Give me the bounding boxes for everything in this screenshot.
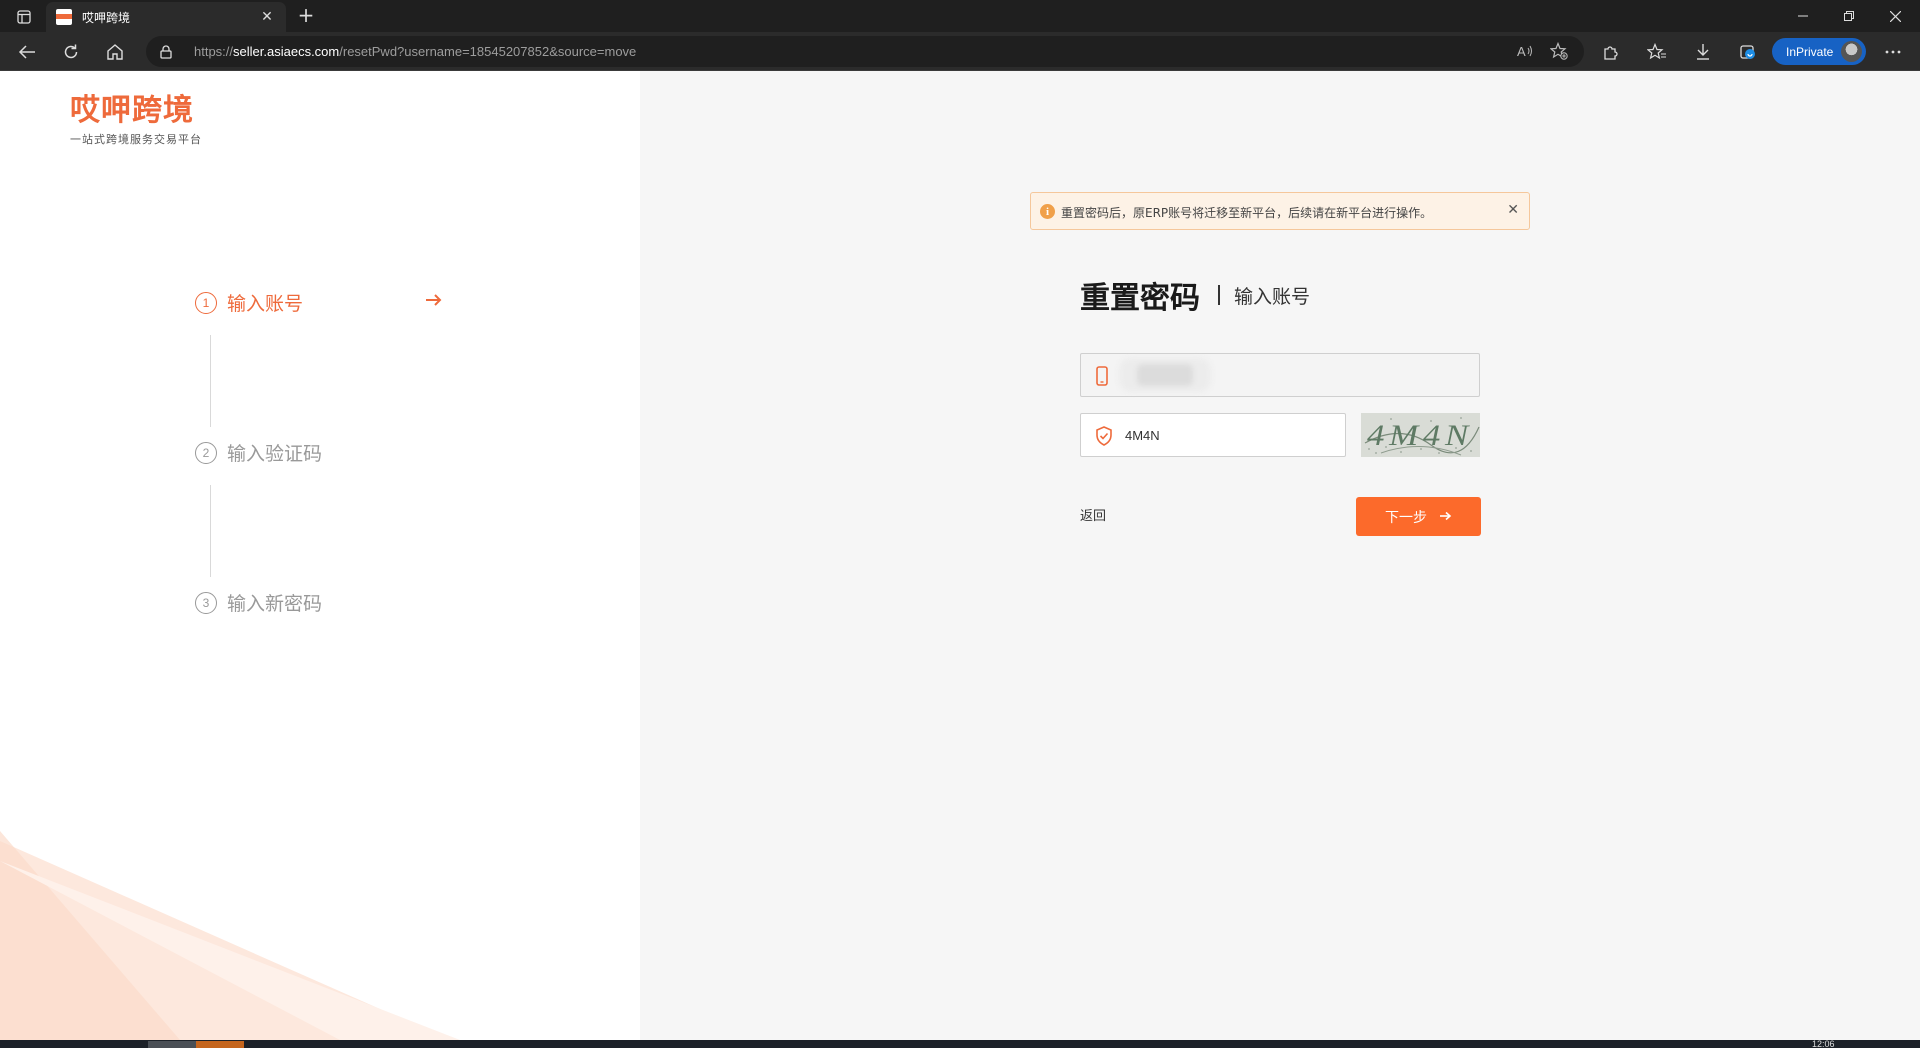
home-icon[interactable] bbox=[102, 39, 128, 65]
extensions-icon[interactable] bbox=[1598, 39, 1624, 65]
captcha-text: 4M4N bbox=[1367, 419, 1473, 452]
step-1: 1 输入账号 bbox=[195, 289, 303, 316]
url-text: https://seller.asiaecs.com/resetPwd?user… bbox=[194, 44, 637, 59]
edge-collections-icon[interactable] bbox=[1735, 39, 1761, 65]
next-step-button[interactable]: 下一步 bbox=[1356, 497, 1481, 536]
page-subtitle: 输入账号 bbox=[1234, 285, 1311, 308]
read-aloud-icon[interactable]: A bbox=[1512, 38, 1538, 64]
address-bar[interactable]: https://seller.asiaecs.com/resetPwd?user… bbox=[146, 36, 1584, 67]
new-tab-icon[interactable]: + bbox=[294, 4, 318, 28]
inprivate-badge[interactable]: InPrivate bbox=[1772, 38, 1866, 65]
back-link[interactable]: 返回 bbox=[1080, 505, 1106, 524]
brand-slogan: 一站式跨境服务交易平台 bbox=[70, 133, 202, 146]
account-field[interactable] bbox=[1080, 353, 1480, 397]
captcha-image[interactable]: 4M4N bbox=[1361, 413, 1480, 457]
page: 哎呷跨境 一站式跨境服务交易平台 1 输入账号 2 输入验证码 3 输入新密码 … bbox=[0, 71, 1920, 1040]
form-heading: 重置密码 输入账号 bbox=[1080, 273, 1310, 317]
refresh-icon[interactable] bbox=[58, 39, 84, 65]
favorites-icon[interactable] bbox=[1644, 39, 1670, 65]
os-taskbar bbox=[0, 1040, 1920, 1048]
info-icon: i bbox=[1040, 204, 1055, 219]
migration-notice: i 重置密码后，原ERP账号将迁移至新平台，后续请在新平台进行操作。 ✕ bbox=[1030, 192, 1530, 230]
restore-icon[interactable] bbox=[1826, 0, 1872, 32]
left-panel: 哎呷跨境 一站式跨境服务交易平台 1 输入账号 2 输入验证码 3 输入新密码 bbox=[0, 71, 640, 1040]
browser-toolbar: https://seller.asiaecs.com/resetPwd?user… bbox=[0, 32, 1920, 71]
tab-close-icon[interactable]: ✕ bbox=[258, 9, 276, 25]
page-title: 重置密码 bbox=[1080, 281, 1200, 316]
background-decoration bbox=[0, 831, 460, 1040]
step-label: 输入账号 bbox=[227, 293, 304, 315]
current-step-arrow-icon bbox=[425, 292, 443, 311]
tab-actions-icon[interactable] bbox=[10, 7, 38, 27]
step-connector bbox=[210, 485, 211, 577]
step-number: 1 bbox=[195, 291, 217, 314]
step-number: 2 bbox=[195, 441, 217, 464]
profile-avatar bbox=[1841, 41, 1862, 62]
step-label: 输入验证码 bbox=[227, 443, 323, 465]
step-number: 3 bbox=[195, 591, 217, 614]
right-panel: i 重置密码后，原ERP账号将迁移至新平台，后续请在新平台进行操作。 ✕ 重置密… bbox=[640, 71, 1920, 1040]
captcha-field[interactable] bbox=[1080, 413, 1346, 457]
tab-title: 哎呷跨境 bbox=[82, 10, 131, 25]
site-favicon-icon bbox=[56, 9, 72, 25]
add-favorite-icon[interactable] bbox=[1546, 38, 1572, 64]
step-connector bbox=[210, 335, 211, 427]
svg-text:A: A bbox=[1517, 44, 1526, 59]
taskbar-app[interactable] bbox=[148, 1041, 196, 1048]
step-2: 2 输入验证码 bbox=[195, 439, 322, 466]
brand-name: 哎呷跨境 bbox=[70, 93, 194, 128]
close-icon[interactable]: ✕ bbox=[1507, 202, 1519, 218]
step-label: 输入新密码 bbox=[227, 593, 323, 615]
redacted-account-value bbox=[1119, 358, 1211, 392]
next-step-label: 下一步 bbox=[1385, 509, 1427, 526]
title-divider bbox=[1218, 285, 1220, 305]
captcha-input[interactable] bbox=[1125, 422, 1325, 448]
phone-icon bbox=[1095, 366, 1109, 390]
more-menu-icon[interactable] bbox=[1880, 39, 1906, 65]
step-3: 3 输入新密码 bbox=[195, 589, 322, 616]
brand-logo[interactable]: 哎呷跨境 一站式跨境服务交易平台 bbox=[70, 93, 202, 147]
tab-active[interactable]: 哎呷跨境 ✕ bbox=[46, 2, 286, 32]
shield-check-icon bbox=[1095, 426, 1113, 450]
back-icon[interactable] bbox=[14, 39, 40, 65]
arrow-right-icon bbox=[1439, 509, 1452, 525]
close-window-icon[interactable] bbox=[1872, 0, 1918, 32]
browser-tab-bar: 哎呷跨境 ✕ + bbox=[0, 0, 1920, 32]
taskbar-clock: 12:06 bbox=[1812, 1040, 1835, 1048]
minimize-icon[interactable] bbox=[1780, 0, 1826, 32]
inprivate-label: InPrivate bbox=[1786, 44, 1834, 59]
taskbar-app[interactable] bbox=[196, 1041, 244, 1048]
notice-text: 重置密码后，原ERP账号将迁移至新平台，后续请在新平台进行操作。 bbox=[1061, 206, 1433, 220]
downloads-icon[interactable] bbox=[1690, 39, 1716, 65]
lock-icon[interactable] bbox=[160, 44, 172, 63]
